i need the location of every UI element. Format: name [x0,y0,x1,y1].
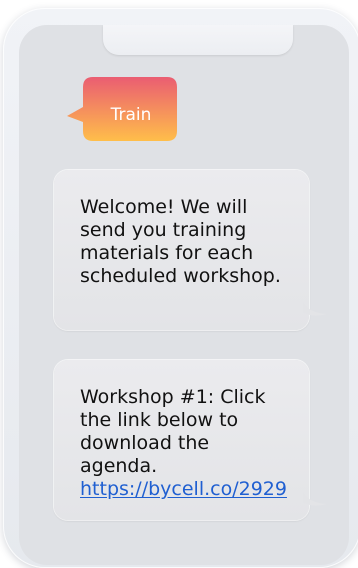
message-body: Workshop #1: Click the link below to dow… [80,386,266,477]
message-text: Welcome! We will send you training mater… [80,196,281,287]
bubble-tail [303,492,327,506]
tag-pill-label: Train [110,105,152,125]
messages-screen: Train Welcome! We will send you training… [19,25,349,565]
tag-pill[interactable]: Train [67,77,177,141]
message-bubble: Workshop #1: Click the link below to dow… [54,360,327,520]
phone-frame: Train Welcome! We will send you training… [3,8,358,568]
message-text: Workshop #1: Click the link below to dow… [80,386,291,501]
message-bubble: Welcome! We will send you training mater… [54,170,327,330]
phone-notch [103,25,293,55]
bubble-tail [303,302,327,316]
agenda-link[interactable]: https://bycell.co/2929 [80,478,287,500]
